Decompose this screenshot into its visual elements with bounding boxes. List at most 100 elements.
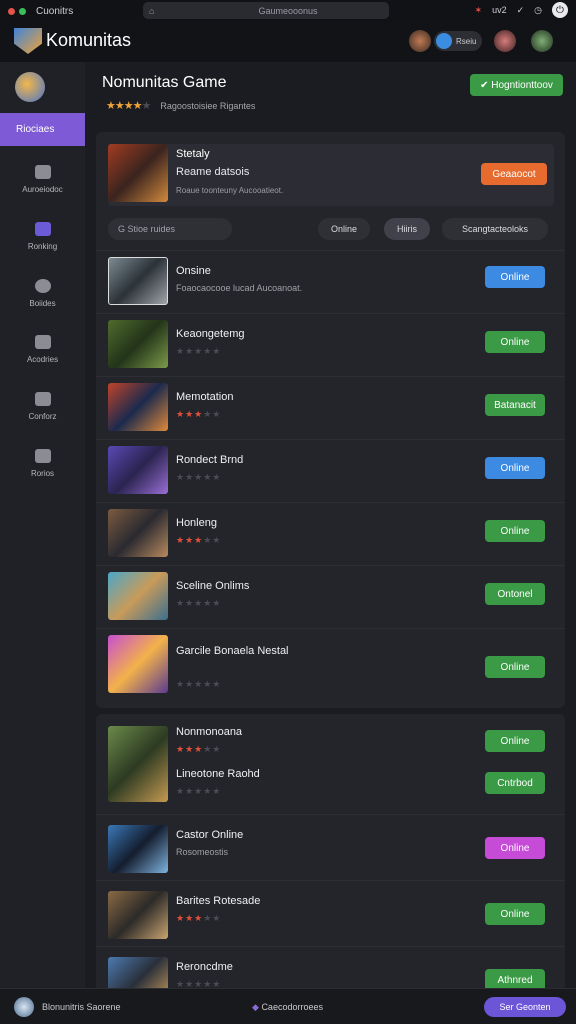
avatar[interactable] (494, 30, 516, 52)
rating-stars: ★★★★★ (176, 346, 222, 356)
stack-icon (34, 391, 51, 406)
list-item[interactable]: Rondect Brnd ★★★★★ Online (96, 439, 565, 502)
game-title: Sceline Onlims (176, 580, 250, 592)
avatar[interactable] (409, 30, 431, 52)
avatar[interactable] (14, 997, 34, 1017)
featured-button[interactable]: Geaaocot (481, 163, 547, 185)
game-title: Nonmonoana (176, 726, 243, 738)
sidebar-item-label: Conforz (28, 411, 57, 421)
rating-stars: ★★★★★ (176, 679, 222, 689)
rating-stars: ★★★★★ (176, 913, 222, 923)
puzzle-icon (34, 448, 51, 463)
camera-icon (34, 334, 51, 349)
bottom-center[interactable]: ◆ Caecodorroees (252, 1002, 323, 1013)
game-title: Memotation (176, 391, 234, 403)
sidebar-item-2[interactable]: Ronking (0, 214, 85, 258)
game-status-button[interactable]: Online (485, 656, 545, 678)
sidebar-item-label: Ronking (27, 241, 58, 251)
game-title: Garcile Bonaela Nestal (176, 645, 289, 657)
sidebar-item-4[interactable]: Acodries (0, 327, 85, 371)
sidebar-item-1[interactable]: Auroeiodoc (0, 157, 85, 201)
featured-game[interactable]: Stetaly Reame datsois Roaue toonteuny Au… (108, 144, 554, 206)
game-thumbnail[interactable] (108, 509, 168, 557)
filter-toolbar: G Stioe ruides Online Hiiris Scangtacteo… (108, 218, 554, 240)
rating-stars: ★★★★★ (176, 786, 222, 796)
game-title: Castor Online (176, 829, 244, 841)
sidebar-item-label: Boiides (29, 298, 56, 308)
list-item[interactable]: Sceline Onlims ★★★★★ Ontonel (96, 565, 565, 628)
rating-row: ★★★★★ Ragoostoisiee Rigantes (106, 99, 255, 112)
game-status-button[interactable]: Online (485, 457, 545, 479)
game-thumbnail[interactable] (108, 144, 168, 202)
game-icon: ◆ (252, 1002, 259, 1012)
sidebar-item-label: Rorios (30, 468, 55, 478)
list-item[interactable]: Honleng ★★★★★ Online (96, 502, 565, 565)
featured-meta: Roaue toonteuny Aucooatieot. (176, 186, 284, 195)
close-window-icon[interactable] (8, 7, 15, 15)
sidebar-item-active[interactable]: Riociaes (0, 113, 85, 146)
list-item[interactable]: Barites Rotesade ★★★★★ Online (96, 880, 565, 946)
system-tray: ✶ uv2 ✓ ◷ ⏻ (475, 2, 568, 18)
rating-text: Ragoostoisiee Rigantes (160, 100, 256, 111)
game-thumbnail[interactable] (108, 572, 168, 620)
window-title: Cuonitrs (36, 5, 74, 17)
game-thumbnail[interactable] (108, 257, 168, 305)
sidebar-item-3[interactable]: Boiides (0, 271, 85, 315)
status-badge[interactable]: Rseiu (434, 31, 482, 51)
game-thumbnail[interactable] (108, 320, 168, 368)
avatar[interactable] (15, 72, 45, 102)
brand-name: Komunitas (46, 30, 132, 50)
flame-icon[interactable]: ✶ (475, 5, 483, 16)
list-item[interactable]: Garcile Bonaela Nestal ★★★★★ Online (96, 628, 565, 708)
chat-icon (34, 221, 51, 236)
title-bar: Cuonitrs ⌂ Gaumeooonus ✶ uv2 ✓ ◷ ⏻ (0, 0, 576, 22)
globe-icon (34, 278, 51, 293)
lock-icon: ⌂ (149, 5, 155, 16)
chip-hiiris[interactable]: Hiiris (384, 218, 430, 240)
game-status-button[interactable]: Online (485, 837, 545, 859)
game-status-button[interactable]: Online (485, 266, 545, 288)
game-status-button[interactable]: Online (485, 730, 545, 752)
search-input[interactable]: G Stioe ruides (108, 218, 232, 240)
clock-icon[interactable]: ◷ (534, 5, 542, 16)
game-title: Lineotone Raohd (176, 768, 260, 780)
game-status-button[interactable]: Ontonel (485, 583, 545, 605)
game-thumbnail[interactable] (108, 726, 168, 802)
list-item[interactable]: Castor Online Rosomeostis Online (96, 814, 565, 880)
list-item[interactable]: Keaongetemg ★★★★★ Online (96, 313, 565, 376)
komunitas-logo[interactable] (14, 28, 42, 54)
power-icon[interactable]: ⏻ (552, 2, 568, 18)
avatar[interactable] (531, 30, 553, 52)
check-icon[interactable]: ✓ (517, 5, 525, 16)
game-title: Rondect Brnd (176, 454, 244, 466)
address-bar[interactable]: ⌂ Gaumeooonus (143, 2, 389, 19)
game-status-button[interactable]: Online (485, 331, 545, 353)
game-status-button[interactable]: Online (485, 520, 545, 542)
main-content: Nomunitas Game ★★★★★ Ragoostoisiee Rigan… (85, 62, 576, 1024)
sidebar-item-6[interactable]: Rorios (0, 441, 85, 485)
list-item[interactable]: Onsine Foaocaocooe lucad Aucoanoat. Onli… (96, 250, 565, 313)
game-thumbnail[interactable] (108, 635, 168, 693)
featured-title: Stetaly (176, 148, 210, 160)
top-action-button[interactable]: ✔ Hogntionttoov (470, 74, 563, 96)
rating-stars: ★★★★★ (176, 598, 222, 608)
games-panel: Stetaly Reame datsois Roaue toonteuny Au… (96, 132, 565, 708)
featured-subtitle: Reame datsois (176, 166, 250, 178)
game-status-button[interactable]: Cntrbod (485, 772, 545, 794)
game-thumbnail[interactable] (108, 825, 168, 873)
bottom-action-button[interactable]: Ser Geonten (484, 997, 566, 1017)
game-thumbnail[interactable] (108, 891, 168, 939)
game-meta: Foaocaocooe lucad Aucoanoat. (176, 283, 303, 293)
chip-online[interactable]: Online (318, 218, 370, 240)
game-status-button[interactable]: Batanacit (485, 394, 545, 416)
game-status-button[interactable]: Online (485, 903, 545, 925)
sidebar-item-5[interactable]: Conforz (0, 384, 85, 428)
maximize-window-icon[interactable] (19, 7, 26, 15)
list-item[interactable]: Nonmonoana ★★★★★ Online Lineotone Raohd … (96, 714, 565, 814)
chip-category[interactable]: Scangtacteoloks (442, 218, 548, 240)
game-thumbnail[interactable] (108, 383, 168, 431)
game-thumbnail[interactable] (108, 446, 168, 494)
list-item[interactable]: Memotation ★★★★★ Batanacit (96, 376, 565, 439)
rating-stars: ★★★★★ (176, 409, 222, 419)
game-title: Onsine (176, 265, 211, 277)
